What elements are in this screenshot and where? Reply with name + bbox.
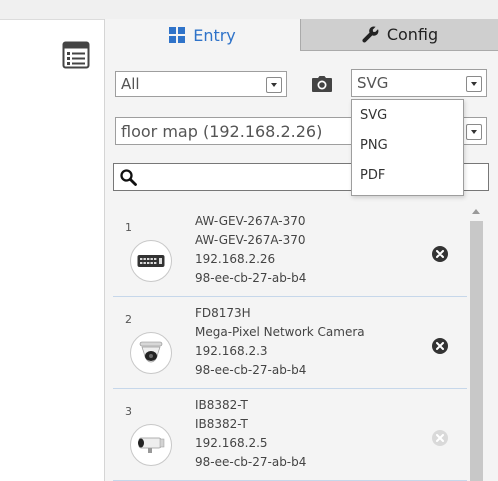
close-icon (436, 342, 444, 350)
camera-icon (312, 76, 332, 92)
snapshot-button[interactable] (311, 73, 333, 95)
list-view-icon[interactable] (62, 40, 92, 72)
search-icon (120, 169, 137, 186)
device-mac: 98-ee-cb-27-ab-b4 (195, 271, 307, 285)
device-name: AW-GEV-267A-370 (195, 233, 306, 247)
list-item[interactable]: 3 IB8382-T IB8382-T 192.168.2.5 98-ee-cb… (113, 389, 467, 481)
export-format-dropdown: SVG PNG PDF (351, 99, 464, 196)
device-name: Mega-Pixel Network Camera (195, 325, 365, 339)
category-select-value: All (121, 75, 140, 93)
device-model: AW-GEV-267A-370 (195, 214, 306, 228)
device-index: 1 (125, 221, 132, 234)
tab-config[interactable]: Config (300, 19, 498, 51)
top-bar (0, 0, 498, 20)
device-model: FD8173H (195, 306, 251, 320)
switch-icon (130, 240, 172, 282)
list-scrollbar[interactable] (469, 205, 484, 481)
device-index: 2 (125, 313, 132, 326)
list-item[interactable]: 2 FD8173H Mega-Pixel Network Camera 192.… (113, 297, 467, 389)
device-ip: 192.168.2.26 (195, 252, 276, 266)
chevron-down-icon (466, 76, 482, 92)
format-option-pdf[interactable]: PDF (352, 160, 463, 190)
dome-camera-icon (130, 332, 172, 374)
chevron-down-icon (466, 124, 482, 140)
device-mac: 98-ee-cb-27-ab-b4 (195, 455, 307, 469)
close-icon (436, 250, 444, 258)
format-option-svg[interactable]: SVG (352, 100, 463, 130)
device-panel: Entry Config All SVG SVG PNG PDF floor m… (104, 19, 498, 481)
remove-device-button[interactable] (432, 430, 448, 446)
floor-map-value: floor map (192.168.2.26) (121, 121, 323, 141)
scroll-up-arrow-icon[interactable] (472, 209, 480, 214)
close-icon (436, 434, 444, 442)
export-format-select[interactable]: SVG (351, 69, 487, 97)
tab-config-label: Config (386, 25, 439, 44)
grid-icon (169, 27, 186, 43)
device-list: 1 AW-GEV-267A-370 AW-GEV-267A-370 192.16… (113, 205, 467, 481)
list-item[interactable]: 1 AW-GEV-267A-370 AW-GEV-267A-370 192.16… (113, 205, 467, 297)
tab-entry[interactable]: Entry (105, 19, 300, 51)
device-mac: 98-ee-cb-27-ab-b4 (195, 363, 307, 377)
chevron-down-icon (266, 77, 282, 93)
scroll-thumb[interactable] (470, 221, 483, 481)
format-option-png[interactable]: PNG (352, 130, 463, 160)
device-name: IB8382-T (195, 417, 248, 431)
device-ip: 192.168.2.5 (195, 436, 268, 450)
remove-device-button[interactable] (432, 338, 448, 354)
device-model: IB8382-T (195, 398, 248, 412)
device-ip: 192.168.2.3 (195, 344, 268, 358)
category-select[interactable]: All (115, 71, 287, 97)
tab-entry-label: Entry (193, 25, 236, 45)
export-format-value: SVG (357, 74, 389, 92)
device-index: 3 (125, 405, 132, 418)
remove-device-button[interactable] (432, 246, 448, 262)
wrench-icon (362, 26, 379, 43)
bullet-camera-icon (130, 424, 172, 466)
